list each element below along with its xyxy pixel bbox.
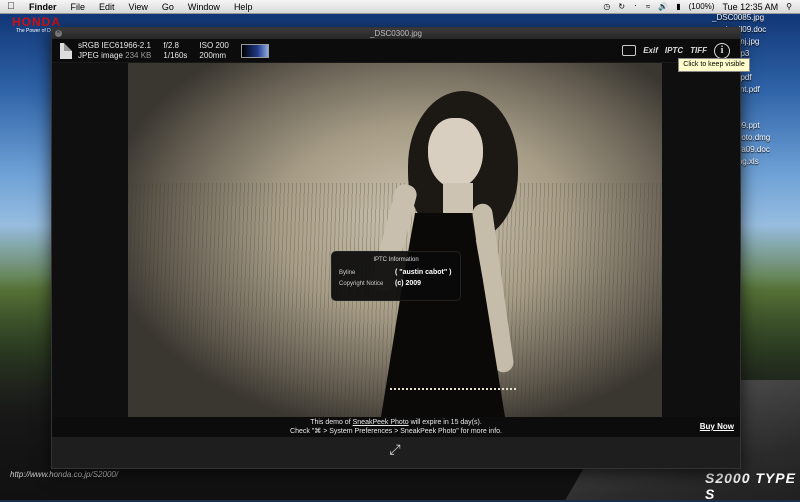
menu-view[interactable]: View [122,2,155,12]
color-profile: sRGB IEC61966-2.1 [78,41,151,50]
byline-value: ( "austin cabot" ) [395,269,452,276]
iptc-button[interactable]: IPTC [665,46,683,55]
menu-go[interactable]: Go [155,2,181,12]
menu-help[interactable]: Help [227,2,260,12]
info-icon[interactable]: i [714,42,730,59]
image-stage: IPTC Information Byline ( "austin cabot"… [52,63,740,432]
menu-extras: ◷ ↻ ᛫ ≈ 🔊 ▮ (100%) Tue 12:35 AM ⚲ [603,2,800,12]
volume-icon[interactable]: 🔊 [658,2,668,11]
copyright-label: Copyright Notice [339,280,384,287]
photo-subject-face [428,118,483,188]
fullscreen-icon[interactable]: ⤢ [386,440,404,458]
viewer-footer: ⤢ [52,437,740,468]
window-title: _DSC0300.jpg [369,29,423,38]
photo-preview [128,63,662,417]
file-size: 234 KB [125,50,152,60]
buy-now-button[interactable]: Buy Now [700,422,734,431]
window-titlebar[interactable]: × _DSC0300.jpg [52,28,740,39]
menu-bar:  Finder File Edit View Go Window Help ◷… [0,0,800,14]
aperture: f/2.8 [163,41,179,50]
desktop-file[interactable]: _DSC0085.jpg [712,12,800,24]
menu-edit[interactable]: Edit [92,2,122,12]
demo-line2: Check "⌘ > System Preferences > SneakPee… [290,427,502,435]
metadata-bar: sRGB IEC61966-2.1 JPEG image 234 KB f/2.… [52,39,740,62]
photo-subject-neck [443,183,473,213]
viewer-toolbar: Exif IPTC TIFF i [622,42,740,59]
copyright-value: (c) 2009 [395,280,422,287]
tiff-button[interactable]: TIFF [690,46,707,55]
demo-line1-prefix: This demo of [310,419,353,426]
lens-info: ISO 200 200mm [199,41,228,60]
focal-length: 200mm [199,50,227,60]
time-machine-icon[interactable]: ◷ [603,2,610,11]
histogram-icon [240,43,269,58]
sneakpeek-link[interactable]: SneakPeek Photo [353,419,409,426]
iptc-info-panel: IPTC Information Byline ( "austin cabot"… [331,251,461,301]
file-type: JPEG image [78,50,123,60]
camera-icon[interactable] [622,45,637,56]
apple-menu-icon[interactable]:  [0,1,22,12]
menu-window[interactable]: Window [181,2,227,12]
wifi-icon[interactable]: ≈ [646,2,650,11]
menu-finder[interactable]: Finder [22,2,64,12]
demo-notice-bar: This demo of SneakPeek Photo will expire… [52,417,740,437]
battery-icon[interactable]: ▮ [676,2,680,11]
battery-percent: (100%) [688,2,715,11]
iso: ISO 200 [199,41,229,50]
sync-icon[interactable]: ↻ [618,2,625,11]
exif-button[interactable]: Exif [643,46,658,55]
byline-label: Byline [339,269,356,276]
exposure-info: f/2.8 1/160s [163,41,187,60]
menu-clock[interactable]: Tue 12:35 AM [722,2,778,12]
document-icon [60,42,72,59]
keep-visible-tooltip: Click to keep visible [678,58,750,72]
photo-subject-lace [390,388,516,394]
menu-file[interactable]: File [64,2,93,12]
iptc-panel-title: IPTC Information [373,257,419,263]
wallpaper-url: http://www.honda.co.jp/S2000/ [10,470,119,479]
file-info: sRGB IEC61966-2.1 JPEG image 234 KB [78,41,151,60]
bluetooth-icon[interactable]: ᛫ [633,2,638,11]
sneakpeek-viewer-window: × _DSC0300.jpg sRGB IEC61966-2.1 JPEG im… [51,27,741,469]
s2000-logo: S2000 TYPE S [705,470,796,502]
shutter-speed: 1/160s [163,50,188,60]
demo-notice: This demo of SneakPeek Photo will expire… [52,419,740,436]
close-icon[interactable]: × [55,30,62,37]
spotlight-icon[interactable]: ⚲ [786,2,792,11]
demo-line1-suffix: will expire in 15 day(s). [408,419,482,426]
